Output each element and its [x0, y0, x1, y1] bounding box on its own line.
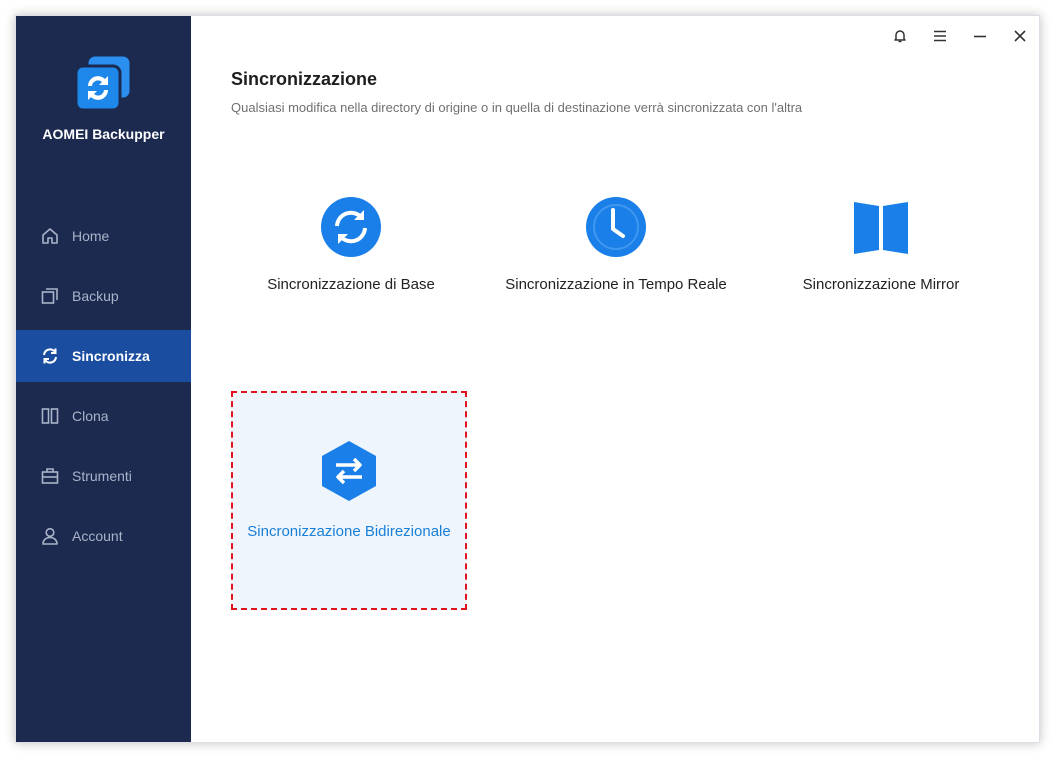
- sidebar-item-clona[interactable]: Clona: [16, 390, 191, 442]
- minimize-icon: [974, 35, 986, 38]
- option-label: Sincronizzazione di Base: [267, 276, 435, 293]
- sync-icon: [40, 346, 60, 366]
- sidebar-item-label: Sincronizza: [72, 348, 150, 364]
- tools-icon: [40, 466, 60, 486]
- notification-button[interactable]: [888, 26, 912, 46]
- mirror-icon: [854, 202, 908, 254]
- basic-sync-option[interactable]: Sincronizzazione di Base: [241, 191, 461, 306]
- menu-button[interactable]: [928, 26, 952, 46]
- clock-icon: [586, 197, 646, 257]
- option-label: Sincronizzazione in Tempo Reale: [505, 276, 727, 293]
- two-way-sync-option[interactable]: Sincronizzazione Bidirezionale: [231, 391, 467, 610]
- sidebar-item-strumenti[interactable]: Strumenti: [16, 450, 191, 502]
- sidebar-item-label: Account: [72, 528, 123, 544]
- sidebar-item-label: Backup: [72, 288, 119, 304]
- sidebar-item-account[interactable]: Account: [16, 510, 191, 562]
- two-way-sync-icon: [322, 441, 376, 501]
- backup-icon: [40, 286, 60, 306]
- sidebar-item-sincronizza[interactable]: Sincronizza: [16, 330, 191, 382]
- close-icon: [1014, 30, 1026, 42]
- app-name: AOMEI Backupper: [42, 126, 165, 142]
- aomei-logo-icon: [74, 55, 131, 112]
- sidebar-item-home[interactable]: Home: [16, 210, 191, 262]
- menu-icon: [934, 30, 946, 42]
- sidebar-item-label: Home: [72, 228, 110, 244]
- option-label: Sincronizzazione Mirror: [802, 276, 960, 293]
- minimize-button[interactable]: [968, 26, 992, 46]
- realtime-sync-option[interactable]: Sincronizzazione in Tempo Reale: [491, 191, 741, 306]
- mirror-sync-option[interactable]: Sincronizzazione Mirror: [776, 191, 986, 306]
- sidebar: AOMEI Backupper Home Backup Sincronizza …: [16, 16, 191, 742]
- option-label: Sincronizzazione Bidirezionale: [247, 523, 451, 540]
- page-subtitle: Qualsiasi modifica nella directory di or…: [231, 100, 803, 115]
- clone-icon: [40, 406, 60, 426]
- user-icon: [40, 526, 60, 546]
- sidebar-item-backup[interactable]: Backup: [16, 270, 191, 322]
- bell-icon: [894, 30, 906, 43]
- sidebar-item-label: Strumenti: [72, 468, 132, 484]
- app-window: AOMEI Backupper Home Backup Sincronizza …: [15, 15, 1040, 743]
- home-icon: [40, 226, 60, 246]
- sidebar-item-label: Clona: [72, 408, 109, 424]
- sync-circle-icon: [321, 197, 381, 257]
- close-button[interactable]: [1008, 26, 1032, 46]
- page-title: Sincronizzazione: [231, 69, 378, 89]
